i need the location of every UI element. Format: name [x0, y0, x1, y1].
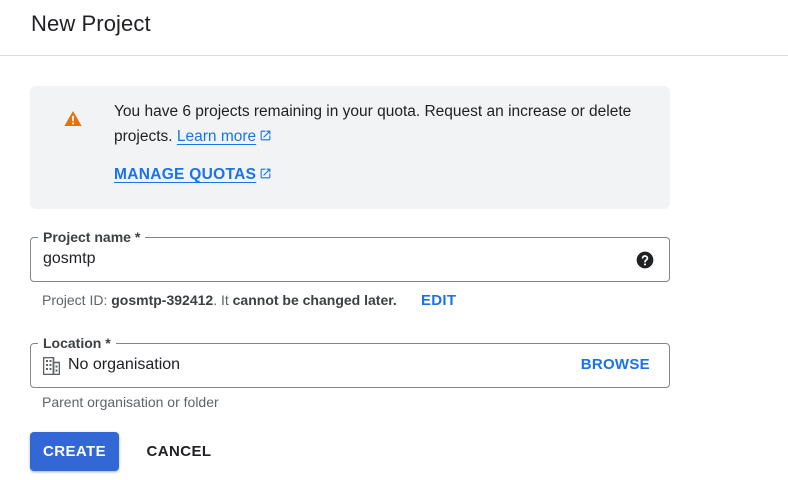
create-button[interactable]: CREATE — [30, 432, 119, 471]
manage-quotas-label: MANAGE QUOTAS — [114, 166, 257, 183]
location-helper: Parent organisation or folder — [42, 394, 219, 410]
learn-more-label: Learn more — [176, 128, 257, 145]
quota-notice-text: You have 6 projects remaining in your qu… — [114, 99, 634, 149]
project-id-mid: . It — [213, 292, 233, 308]
manage-quotas-link[interactable]: MANAGE QUOTAS — [114, 166, 272, 184]
project-id-warning: cannot be changed later. — [232, 292, 397, 308]
project-name-label: Project name * — [38, 229, 146, 245]
building-icon — [43, 357, 60, 375]
quota-notice: You have 6 projects remaining in your qu… — [30, 86, 670, 209]
browse-button[interactable]: BROWSE — [581, 356, 650, 373]
project-id-helper: Project ID: gosmtp-392412. It cannot be … — [42, 292, 397, 308]
location-label: Location * — [38, 335, 116, 351]
project-name-field[interactable]: Project name * — [30, 229, 670, 282]
external-link-icon — [260, 130, 271, 141]
page-header: New Project — [0, 0, 788, 56]
cancel-button[interactable]: CANCEL — [134, 432, 224, 471]
edit-project-id-button[interactable]: EDIT — [421, 292, 456, 309]
project-id-prefix: Project ID: — [42, 292, 112, 308]
help-icon[interactable] — [635, 250, 655, 270]
location-field[interactable]: Location * No organisation BROWSE — [30, 335, 670, 388]
page-title: New Project — [31, 11, 151, 36]
learn-more-link[interactable]: Learn more — [177, 128, 272, 145]
external-link-icon — [260, 168, 271, 179]
project-id-value: gosmtp-392412 — [111, 292, 214, 308]
project-name-input[interactable] — [43, 250, 603, 268]
warning-icon — [64, 111, 82, 126]
new-project-page: New Project You have 6 projects remainin… — [0, 0, 788, 480]
location-value: No organisation — [68, 356, 181, 373]
